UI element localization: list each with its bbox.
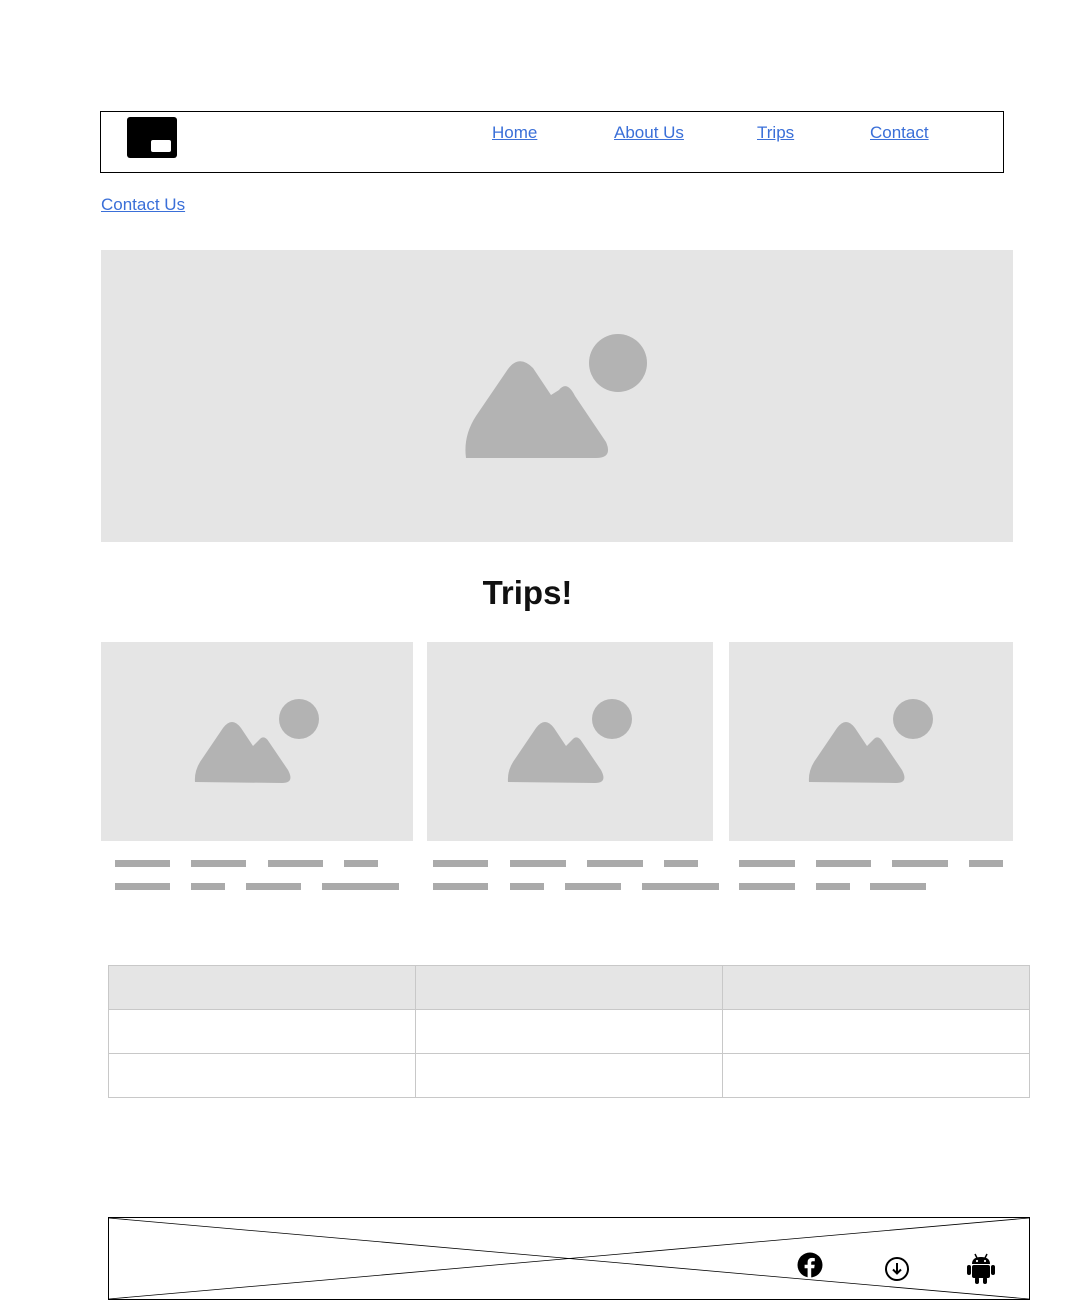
contact-us-link[interactable]: Contact Us [101, 195, 185, 215]
text-placeholder-line [565, 883, 621, 890]
text-placeholder-line [510, 883, 544, 890]
text-placeholder-line [969, 860, 1003, 867]
table-cell [722, 1009, 1030, 1054]
data-table [108, 965, 1030, 1098]
text-placeholder-line [246, 883, 301, 890]
site-header: Home About Us Trips Contact [100, 111, 1004, 173]
table-cell [415, 1053, 723, 1098]
text-placeholder-line [510, 860, 566, 867]
image-placeholder-icon [465, 334, 647, 458]
text-placeholder-line [322, 883, 399, 890]
nav-home-link[interactable]: Home [492, 123, 537, 143]
text-placeholder-line [191, 860, 246, 867]
trip-card-image-1[interactable] [101, 642, 413, 841]
table-row [108, 1009, 1030, 1054]
logo-icon[interactable] [127, 117, 177, 158]
image-placeholder-icon [507, 699, 632, 783]
text-placeholder-line [816, 860, 871, 867]
text-placeholder-line [587, 860, 643, 867]
nav-contact-link[interactable]: Contact [870, 123, 929, 143]
table-header-row [108, 965, 1030, 1010]
table-header-cell [415, 965, 723, 1010]
section-title: Trips! [482, 574, 573, 611]
text-placeholder-line [433, 883, 488, 890]
table-header-cell [722, 965, 1030, 1010]
table-cell [415, 1009, 723, 1054]
nav-trips-link[interactable]: Trips [757, 123, 794, 143]
table-cell [108, 1009, 416, 1054]
trip-card-image-2[interactable] [427, 642, 713, 841]
text-placeholder-line [739, 860, 795, 867]
text-placeholder-line [191, 883, 225, 890]
facebook-icon[interactable] [797, 1252, 823, 1278]
text-placeholder-line [433, 860, 488, 867]
text-placeholder-line [642, 883, 719, 890]
trip-card-image-3[interactable] [729, 642, 1013, 841]
text-placeholder-line [870, 883, 926, 890]
text-placeholder-line [344, 860, 378, 867]
image-placeholder-icon [194, 699, 319, 783]
download-icon[interactable] [884, 1256, 910, 1282]
image-placeholder-icon [808, 699, 933, 783]
text-placeholder-line [892, 860, 948, 867]
site-footer [108, 1217, 1030, 1300]
text-placeholder-line [268, 860, 323, 867]
text-placeholder-line [816, 883, 850, 890]
table-cell [722, 1053, 1030, 1098]
table-cell [108, 1053, 416, 1098]
table-header-cell [108, 965, 416, 1010]
hero-image [101, 250, 1013, 542]
text-placeholder-line [664, 860, 698, 867]
text-placeholder-line [115, 860, 170, 867]
table-row [108, 1053, 1030, 1098]
nav-about-link[interactable]: About Us [614, 123, 684, 143]
text-placeholder-line [739, 883, 795, 890]
text-placeholder-line [115, 883, 170, 890]
android-icon[interactable] [966, 1253, 996, 1285]
